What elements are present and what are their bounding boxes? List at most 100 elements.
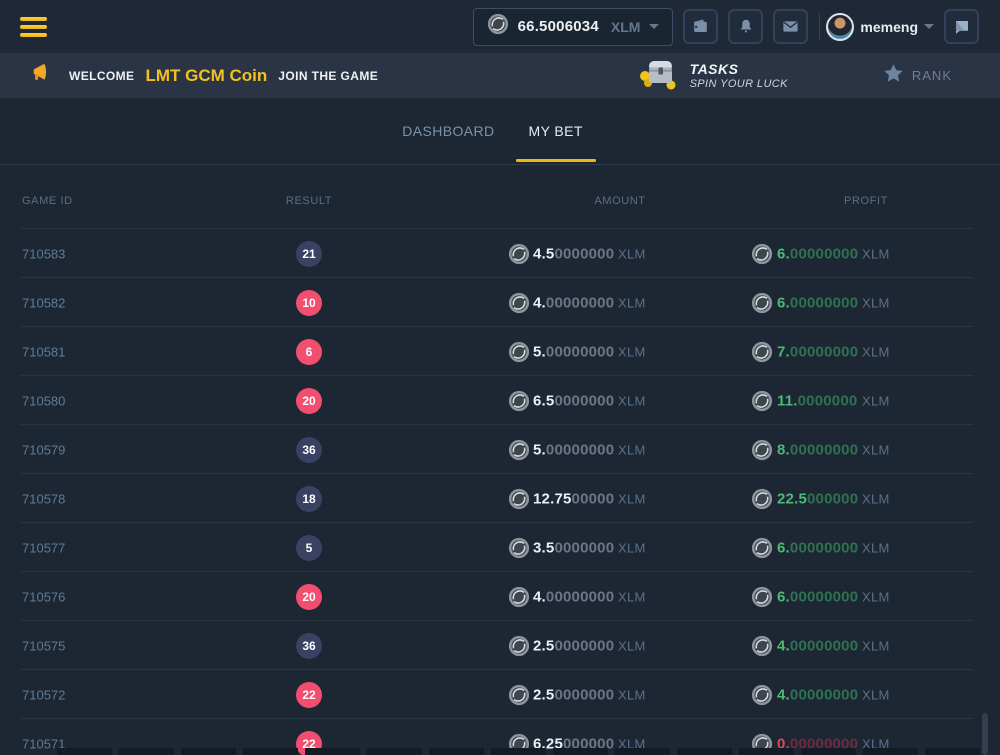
balance-selector[interactable]: 66.5006034 XLM [473,8,674,46]
result-badge: 36 [296,437,322,463]
bet-row[interactable]: 710583 21 4.50000000 XLM 6.00000000 XLM [0,229,1000,278]
username: memeng [860,19,918,35]
welcome-prefix: WELCOME [69,69,134,83]
amount-value: 4.50000000 [533,245,614,262]
result-badge: 36 [296,633,322,659]
stellar-coin-icon [508,243,530,265]
amount-value: 4.00000000 [533,588,614,605]
welcome-message: WELCOME LMT GCM Coin JOIN THE GAME [30,63,378,88]
stellar-coin-icon [508,341,530,363]
notifications-button[interactable] [728,9,763,44]
bet-table-header: GAME ID RESULT AMOUNT PROFIT [0,165,1000,229]
mail-icon [781,17,800,36]
profit-currency: XLM [862,246,890,261]
balance-currency: XLM [611,19,641,35]
profit-currency: XLM [862,344,890,359]
chevron-down-icon [649,24,659,29]
stellar-coin-icon [751,439,773,461]
game-id: 710578 [22,491,65,506]
profit-value: 6.00000000 [777,588,858,605]
bet-row[interactable]: 710578 18 12.7500000 XLM 22.5000000 XLM [0,474,1000,523]
tab-bar: DASHBOARD MY BET [0,98,1000,165]
avatar [826,13,854,41]
stellar-coin-icon [751,243,773,265]
amount-currency: XLM [618,491,646,506]
coin-name: LMT GCM Coin [145,66,267,86]
stellar-coin-icon [508,439,530,461]
top-header: 66.5006034 XLM m [0,0,1000,53]
game-id: 710572 [22,687,65,702]
chevron-down-icon [924,24,934,29]
game-id: 710580 [22,393,65,408]
result-badge: 20 [296,388,322,414]
stellar-coin-icon [751,684,773,706]
profit-currency: XLM [862,687,890,702]
game-id: 710575 [22,638,65,653]
bet-row[interactable]: 710575 36 2.50000000 XLM 4.00000000 XLM [0,621,1000,670]
result-badge: 21 [296,241,322,267]
stellar-coin-icon [751,537,773,559]
amount-currency: XLM [618,442,646,457]
stellar-coin-icon [751,635,773,657]
chat-button[interactable] [944,9,979,44]
stellar-coin-icon [508,684,530,706]
profit-currency: XLM [862,540,890,555]
stellar-coin-icon [508,488,530,510]
amount-value: 4.00000000 [533,294,614,311]
amount-value: 6.50000000 [533,392,614,409]
wallet-icon [691,17,710,36]
treasure-chest-icon [638,56,680,95]
profit-value: 11.0000000 [777,392,857,409]
welcome-banner: WELCOME LMT GCM Coin JOIN THE GAME TASKS… [0,53,1000,98]
game-id: 710577 [22,540,65,555]
amount-value: 3.50000000 [533,539,614,556]
bet-row[interactable]: 710582 10 4.00000000 XLM 6.00000000 XLM [0,278,1000,327]
game-id: 710582 [22,295,65,310]
banner-right-group: TASKS SPIN YOUR LUCK RANK [638,56,1000,95]
amount-value: 5.00000000 [533,343,614,360]
topbar-right-group: 66.5006034 XLM m [473,8,979,46]
game-id: 710581 [22,344,65,359]
messages-button[interactable] [773,9,808,44]
profit-value: 4.00000000 [777,686,858,703]
bet-row[interactable]: 710577 5 3.50000000 XLM 6.00000000 XLM [0,523,1000,572]
result-badge: 22 [296,682,322,708]
profit-currency: XLM [862,638,890,653]
result-badge: 20 [296,584,322,610]
tab-dashboard[interactable]: DASHBOARD [400,98,496,164]
tasks-text: TASKS SPIN YOUR LUCK [690,61,788,90]
stellar-coin-icon [508,390,530,412]
result-badge: 10 [296,290,322,316]
amount-currency: XLM [618,344,646,359]
bet-row[interactable]: 710581 6 5.00000000 XLM 7.00000000 XLM [0,327,1000,376]
bet-row[interactable]: 710579 36 5.00000000 XLM 8.00000000 XLM [0,425,1000,474]
result-badge: 6 [296,339,322,365]
amount-currency: XLM [618,638,646,653]
col-result: RESULT [286,195,332,207]
profit-value: 6.00000000 [777,539,858,556]
tab-my-bet[interactable]: MY BET [527,98,585,164]
wallet-button[interactable] [683,9,718,44]
amount-value: 5.00000000 [533,441,614,458]
balance-value: 66.5006034 [518,18,599,35]
stellar-coin-icon [508,292,530,314]
profit-value: 6.00000000 [777,245,858,262]
bet-row[interactable]: 710580 20 6.50000000 XLM 11.0000000 XLM [0,376,1000,425]
tasks-subtitle: SPIN YOUR LUCK [690,78,788,90]
chat-bubble-icon [953,18,971,36]
user-menu[interactable]: memeng [826,13,934,41]
bet-row[interactable]: 710572 22 2.50000000 XLM 4.00000000 XLM [0,670,1000,719]
profit-currency: XLM [862,295,890,310]
rank-widget[interactable]: RANK [883,63,952,88]
rank-label: RANK [912,68,952,83]
scrollbar-thumb[interactable] [982,713,988,755]
hamburger-menu-icon[interactable] [20,17,47,37]
bet-row[interactable]: 710576 20 4.00000000 XLM 6.00000000 XLM [0,572,1000,621]
amount-currency: XLM [618,393,646,408]
amount-value: 12.7500000 [533,490,614,507]
profit-value: 22.5000000 [777,490,858,507]
game-id: 710579 [22,442,65,457]
tasks-widget[interactable]: TASKS SPIN YOUR LUCK [638,56,788,95]
stellar-coin-icon [487,13,509,40]
result-badge: 5 [296,535,322,561]
